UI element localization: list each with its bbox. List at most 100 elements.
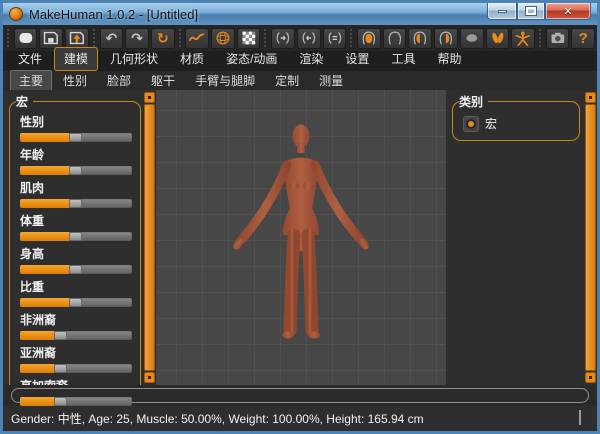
- toolbar-separator: [349, 28, 354, 48]
- scrollbar-thumb[interactable]: [585, 104, 596, 371]
- height-slider[interactable]: [20, 265, 132, 274]
- undo-button[interactable]: ↶: [100, 28, 124, 49]
- save-button[interactable]: [39, 28, 63, 49]
- caucasian-slider-handle[interactable]: [54, 397, 67, 406]
- slider-asian: 亚洲裔: [20, 344, 132, 373]
- title-bar[interactable]: MakeHuman 1.0.2 - [Untitled] ✕: [3, 3, 597, 25]
- grab-screenshot-button[interactable]: [546, 28, 570, 49]
- proportion-slider-handle[interactable]: [69, 298, 82, 307]
- weight-slider-handle[interactable]: [69, 232, 82, 241]
- subtab-arms-legs[interactable]: 手臂与腿脚: [186, 70, 264, 92]
- save-icon: [40, 29, 62, 47]
- gender-slider[interactable]: [20, 133, 132, 142]
- muscle-slider[interactable]: [20, 199, 132, 208]
- subtab-torso[interactable]: 躯干: [142, 70, 184, 92]
- weight-slider[interactable]: [20, 232, 132, 241]
- slider-fill: [20, 166, 69, 175]
- scrollbar-thumb[interactable]: [144, 104, 155, 371]
- scrollbar-bottom-handle[interactable]: [144, 372, 155, 383]
- left-panel-scrollbar[interactable]: [143, 90, 156, 385]
- view-bottom-button[interactable]: [486, 28, 510, 49]
- load-button[interactable]: [65, 28, 89, 49]
- subtab-gender[interactable]: 性别: [54, 70, 96, 92]
- radio-label: 宏: [485, 115, 497, 132]
- age-slider-handle[interactable]: [69, 166, 82, 175]
- tab-files[interactable]: 文件: [8, 47, 52, 71]
- new-button[interactable]: [14, 28, 38, 49]
- wireframe-globe-icon: [212, 29, 234, 47]
- view-front-button[interactable]: [357, 28, 381, 49]
- slider-proportion: 比重: [20, 278, 132, 307]
- human-model[interactable]: [156, 90, 446, 385]
- african-slider-handle[interactable]: [54, 331, 67, 340]
- category-groupbox: 类别 宏: [452, 93, 580, 141]
- help-button[interactable]: ?: [571, 28, 595, 49]
- view-top-icon: [461, 29, 483, 47]
- wireframe-button[interactable]: [211, 28, 235, 49]
- scrollbar-bottom-handle[interactable]: [585, 372, 596, 383]
- caucasian-slider[interactable]: [20, 397, 132, 406]
- tab-rendering[interactable]: 渲染: [289, 47, 333, 71]
- reset-icon: ↻: [157, 31, 169, 45]
- view-back-button[interactable]: [383, 28, 407, 49]
- rotate-right-button[interactable]: [297, 28, 321, 49]
- gender-slider-handle[interactable]: [69, 133, 82, 142]
- height-slider-handle[interactable]: [69, 265, 82, 274]
- maximize-button[interactable]: [517, 3, 545, 20]
- rotate-left-button[interactable]: [271, 28, 295, 49]
- left-panel: 宏 性别 年龄 肌肉 体重 身高: [3, 90, 143, 385]
- african-slider[interactable]: [20, 331, 132, 340]
- new-document-icon: [15, 29, 37, 47]
- global-pose-button[interactable]: [511, 28, 535, 49]
- scrollbar-top-handle[interactable]: [585, 92, 596, 103]
- rotate-left-icon: [272, 29, 294, 47]
- radio-button[interactable]: [463, 116, 479, 132]
- view-right-button[interactable]: [434, 28, 458, 49]
- asian-slider-handle[interactable]: [54, 364, 67, 373]
- proportion-slider[interactable]: [20, 298, 132, 307]
- status-caret: [579, 410, 581, 425]
- background-button[interactable]: [237, 28, 261, 49]
- tab-geometries[interactable]: 几何形状: [100, 47, 168, 71]
- scrollbar-top-handle[interactable]: [144, 92, 155, 103]
- tab-settings[interactable]: 设置: [335, 47, 379, 71]
- view-top-button[interactable]: [460, 28, 484, 49]
- category-radio-macro[interactable]: 宏: [463, 115, 571, 132]
- redo-button[interactable]: ↷: [125, 28, 149, 49]
- close-button[interactable]: ✕: [545, 3, 591, 20]
- view-left-button[interactable]: [408, 28, 432, 49]
- status-text: Gender: 中性, Age: 25, Muscle: 50.00%, Wei…: [11, 410, 424, 427]
- checkerboard-icon: [238, 29, 260, 47]
- subtab-face[interactable]: 脸部: [98, 70, 140, 92]
- minimize-button[interactable]: [487, 3, 517, 20]
- asian-slider[interactable]: [20, 364, 132, 373]
- subtab-measure[interactable]: 测量: [310, 70, 352, 92]
- subtab-custom[interactable]: 定制: [266, 70, 308, 92]
- tab-pose-animate[interactable]: 姿态/动画: [216, 47, 287, 71]
- radio-selected-icon: [466, 119, 476, 129]
- toolbar-grip: [6, 28, 11, 48]
- rotate-reset-button[interactable]: [323, 28, 347, 49]
- window-controls: ✕: [487, 3, 591, 20]
- toolbar-separator: [92, 28, 97, 48]
- right-panel-scrollbar[interactable]: [584, 90, 597, 385]
- subtab-main[interactable]: 主要: [10, 70, 52, 92]
- slider-gender: 性别: [20, 113, 132, 142]
- macro-groupbox: 宏 性别 年龄 肌肉 体重 身高: [9, 93, 141, 417]
- slider-fill: [20, 298, 69, 307]
- viewport-3d[interactable]: [156, 90, 446, 385]
- tab-utilities[interactable]: 工具: [381, 47, 425, 71]
- slider-weight: 体重: [20, 212, 132, 241]
- tab-materials[interactable]: 材质: [170, 47, 214, 71]
- smooth-button[interactable]: [185, 28, 209, 49]
- camera-icon: [547, 29, 569, 47]
- slider-fill: [20, 232, 69, 241]
- macro-group-title: 宏: [16, 93, 33, 110]
- category-group-title: 类别: [459, 93, 488, 110]
- age-slider[interactable]: [20, 166, 132, 175]
- tab-help[interactable]: 帮助: [427, 47, 471, 71]
- muscle-slider-handle[interactable]: [69, 199, 82, 208]
- reset-button[interactable]: ↻: [151, 28, 175, 49]
- status-bar: Gender: 中性, Age: 25, Muscle: 50.00%, Wei…: [3, 406, 597, 431]
- tab-modelling[interactable]: 建模: [54, 47, 98, 71]
